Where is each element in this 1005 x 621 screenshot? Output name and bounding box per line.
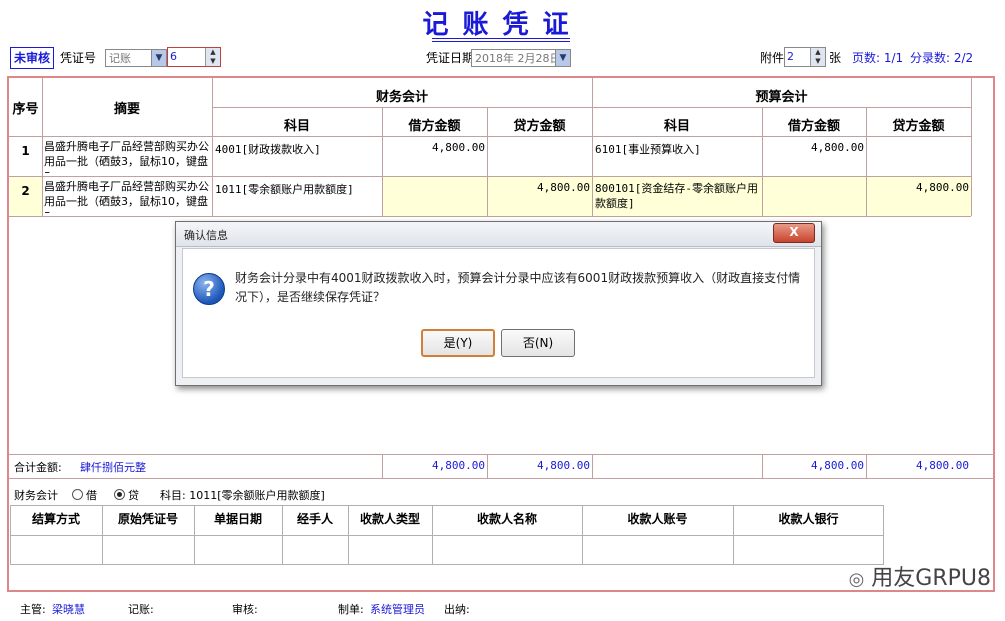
footer-maker: 系统管理员: [370, 603, 425, 616]
question-icon: ?: [193, 273, 225, 305]
row-bud-debit[interactable]: 4,800.00: [762, 141, 864, 154]
footer-cashier-label: 出纳:: [444, 603, 470, 616]
group-header-budget: 预算会计: [755, 90, 808, 105]
row-bud-subject[interactable]: 6101[事业预算收入]: [595, 141, 760, 157]
voucher-date-picker[interactable]: 2018年 2月28日 ▼: [471, 49, 571, 67]
grid-line: [9, 478, 994, 479]
footer-supervisor: 梁晓慧: [52, 603, 85, 616]
status-badge: 未审核: [10, 47, 55, 69]
voucher-type-label: 凭证号: [60, 51, 97, 65]
row-summary[interactable]: 昌盛升腾电子厂品经营部购买办公用品一批（硒鼓3，鼠标10，键盘5: [44, 139, 211, 173]
detail-label: 财务会计: [14, 489, 58, 502]
footer-maker-label: 制单:: [338, 603, 364, 616]
dialog-message: 财务会计分录中有4001财政拨款收入时，预算会计分录中应该有6001财政拨款预算…: [235, 271, 801, 304]
radio-debit-label: 借: [86, 489, 97, 502]
col-header-bud-credit: 贷方金额: [892, 119, 945, 134]
row-fin-credit[interactable]: 4,800.00: [487, 181, 590, 194]
col-header-doc-date: 单据日期: [213, 512, 262, 526]
grid-line: [592, 177, 593, 216]
page-title: 记账凭证: [422, 10, 583, 40]
total-label: 合计金额:: [14, 461, 62, 474]
page-count: 页数: 1/1: [852, 51, 904, 65]
row-fin-debit[interactable]: 4,800.00: [382, 141, 485, 154]
row-summary[interactable]: 昌盛升腾电子厂品经营部购买办公用品一批（硒鼓3，鼠标10，键盘5: [44, 179, 211, 213]
close-icon: X: [789, 225, 799, 239]
col-header-fin-credit: 贷方金额: [513, 119, 566, 134]
detail-subject: 科目: 1011[零余额账户用款额度]: [160, 489, 325, 502]
row-fin-subject[interactable]: 1011[零余额账户用款额度]: [215, 181, 380, 197]
footer-bookkeeper-label: 记账:: [128, 603, 154, 616]
close-button[interactable]: X: [773, 223, 815, 243]
attachment-label: 附件: [760, 51, 785, 65]
chevron-down-icon[interactable]: ▼: [151, 50, 166, 66]
confirm-dialog: 确认信息 X ? 财务会计分录中有4001财政拨款收入时，预算会计分录中应该有6…: [175, 221, 822, 386]
grid-line: [592, 454, 593, 478]
col-header-payee-type: 收款人类型: [359, 512, 420, 526]
attachment-unit: 张: [829, 51, 842, 65]
radio-credit-label: 贷: [128, 489, 139, 502]
dialog-title: 确认信息: [184, 229, 228, 242]
voucher-date-label: 凭证日期: [426, 51, 475, 65]
no-button[interactable]: 否(N): [501, 329, 575, 357]
footer-auditor-label: 审核:: [232, 603, 258, 616]
total-fin-credit: 4,800.00: [537, 459, 590, 472]
col-header-payee-account: 收款人账号: [627, 512, 688, 526]
col-header-fin-subject: 科目: [283, 119, 310, 134]
row-bud-subject[interactable]: 800101[资金结存-零余额账户用款额度]: [595, 181, 760, 211]
row-bud-credit[interactable]: 4,800.00: [866, 181, 969, 194]
attachment-count-stepper[interactable]: 2 ▲ ▼: [784, 47, 826, 67]
wechat-icon: ◎: [848, 569, 865, 590]
total-fin-debit: 4,800.00: [432, 459, 485, 472]
grid-line: [762, 177, 763, 216]
voucher-type-value: 记账: [109, 52, 131, 65]
group-header-financial: 财务会计: [375, 90, 428, 105]
voucher-type-select[interactable]: 记账 ▼: [105, 49, 167, 67]
row-seq: 2: [21, 184, 30, 198]
col-header-payee-bank: 收款人银行: [778, 512, 839, 526]
entry-count: 分录数: 2/2: [910, 51, 974, 65]
watermark-text: 用友GRPU8: [871, 566, 991, 591]
stepper-arrows-icon[interactable]: ▲ ▼: [810, 48, 825, 66]
radio-debit[interactable]: [72, 489, 83, 500]
title-underline: [432, 38, 570, 39]
radio-credit[interactable]: [114, 489, 125, 500]
grid-line: [971, 78, 972, 216]
total-bud-credit: 4,800.00: [916, 459, 969, 472]
grid-line: [10, 535, 884, 536]
col-header-fin-debit: 借方金额: [408, 119, 461, 134]
col-header-original-voucher: 原始凭证号: [117, 512, 178, 526]
col-header-handler: 经手人: [296, 512, 333, 526]
voucher-number-value: 6: [170, 50, 177, 63]
grid-line: [9, 454, 994, 455]
stepper-arrows-icon[interactable]: ▲ ▼: [205, 48, 220, 66]
yes-button[interactable]: 是(Y): [421, 329, 495, 357]
chevron-down-icon[interactable]: ▼: [555, 50, 570, 66]
col-header-bud-debit: 借方金额: [787, 119, 840, 134]
dialog-titlebar[interactable]: 确认信息 X: [176, 222, 821, 247]
col-header-bud-subject: 科目: [663, 119, 690, 134]
row-seq: 1: [21, 144, 30, 158]
row-fin-subject[interactable]: 4001[财政拨款收入]: [215, 141, 380, 157]
dialog-body: ? 财务会计分录中有4001财政拨款收入时，预算会计分录中应该有6001财政拨款…: [182, 248, 815, 378]
grid-line: [9, 216, 971, 217]
total-bud-debit: 4,800.00: [811, 459, 864, 472]
watermark: ◎ 用友GRPU8: [849, 560, 991, 592]
col-header-payee-name: 收款人名称: [476, 512, 537, 526]
total-in-words: 肆仟捌佰元整: [80, 461, 146, 474]
col-header-settlement: 结算方式: [31, 512, 80, 526]
attachment-count-value: 2: [787, 50, 794, 63]
voucher-number-stepper[interactable]: 6 ▲ ▼: [167, 47, 221, 67]
voucher-date-value: 2018年 2月28日: [475, 52, 561, 65]
col-header-summary: 摘要: [113, 102, 140, 117]
col-header-seq: 序号: [12, 102, 39, 117]
grid-line: [9, 136, 971, 137]
title-underline: [432, 41, 570, 42]
footer-supervisor-label: 主管:: [20, 603, 46, 616]
